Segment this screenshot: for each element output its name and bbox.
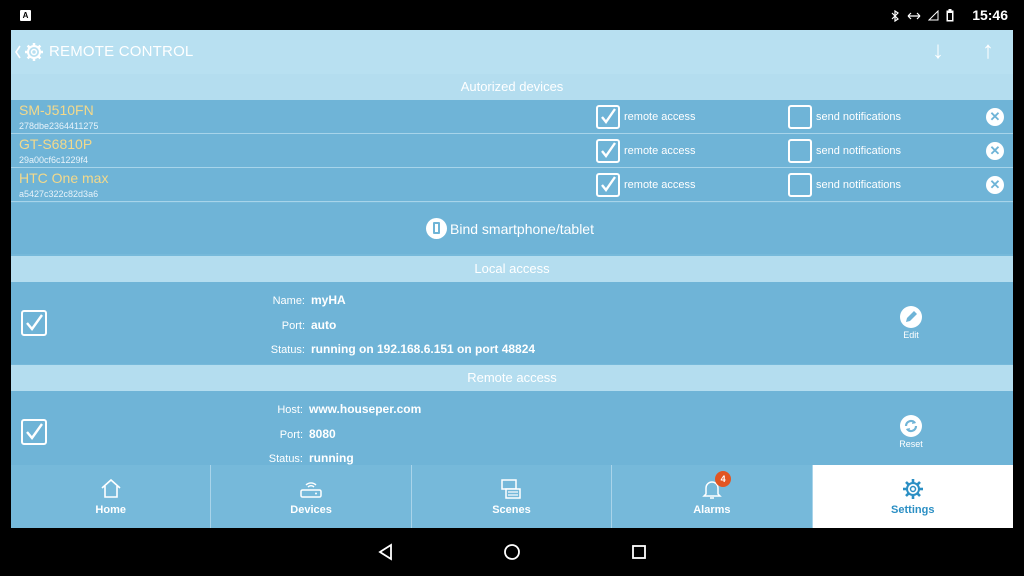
bind-row: Bind smartphone/tablet bbox=[11, 203, 1013, 254]
status-value: running bbox=[309, 451, 354, 465]
device-name: SM-J510FN bbox=[19, 102, 94, 118]
device-name: GT-S6810P bbox=[19, 136, 93, 152]
nav-home-label: Home bbox=[95, 504, 126, 516]
status-label: Status: bbox=[270, 344, 305, 356]
android-nav-bar bbox=[0, 528, 1024, 576]
router-icon bbox=[300, 482, 322, 498]
screen: A 15:46 REMOTE CONTROL ↓ ↑ Autorized dev… bbox=[0, 0, 1024, 576]
status-label: Status: bbox=[268, 453, 303, 465]
remote-access-main-checkbox[interactable] bbox=[21, 419, 47, 445]
send-notifications-checkbox[interactable] bbox=[788, 139, 812, 163]
nav-home[interactable]: Home bbox=[11, 465, 212, 528]
nav-devices-label: Devices bbox=[290, 504, 332, 516]
top-bar: REMOTE CONTROL ↓ ↑ bbox=[11, 30, 1013, 74]
nav-settings[interactable]: Settings bbox=[812, 465, 1013, 528]
arrow-down-icon[interactable]: ↓ bbox=[923, 36, 953, 66]
remote-access-checkbox[interactable] bbox=[596, 105, 620, 129]
name-label: Name: bbox=[272, 295, 305, 307]
remote-access-panel: Host: www.houseper.com Port: 8080 Status: r… bbox=[11, 391, 1013, 465]
nav-settings-label: Settings bbox=[891, 504, 935, 516]
bind-label: Bind smartphone/tablet bbox=[450, 220, 594, 237]
remove-device-icon[interactable]: ✕ bbox=[986, 108, 1004, 126]
remove-device-icon[interactable]: ✕ bbox=[986, 142, 1004, 160]
arrow-up-icon[interactable]: ↑ bbox=[973, 36, 1003, 66]
device-name: HTC One max bbox=[19, 170, 109, 186]
nav-alarms[interactable]: 4 Alarms bbox=[612, 465, 813, 528]
home-circle-icon[interactable] bbox=[500, 540, 524, 564]
bottom-nav: Home Devices Scenes 4 Alarms Settings bbox=[11, 465, 1013, 528]
remote-access-checkbox[interactable] bbox=[596, 139, 620, 163]
device-row: SM-J510FN 278dbe2364411275 remote access… bbox=[11, 100, 1013, 134]
local-status-line: Status: running on 192.168.6.151 on port … bbox=[261, 342, 535, 356]
remote-access-label: remote access bbox=[624, 111, 696, 123]
local-access-header: Local access bbox=[11, 256, 1013, 282]
smartphone-icon bbox=[426, 218, 447, 239]
nav-scenes[interactable]: Scenes bbox=[412, 465, 613, 528]
gear-icon bbox=[902, 479, 923, 499]
a-icon: A bbox=[20, 10, 31, 21]
edit-label: Edit bbox=[903, 330, 919, 340]
signal-icon bbox=[927, 9, 939, 24]
page-title: REMOTE CONTROL bbox=[49, 43, 194, 60]
nav-scenes-label: Scenes bbox=[492, 504, 531, 516]
local-port-line: Port: auto bbox=[261, 318, 337, 332]
data-sync-icon bbox=[907, 11, 921, 24]
home-icon bbox=[101, 478, 121, 498]
reset-label: Reset bbox=[899, 439, 923, 449]
host-value: www.houseper.com bbox=[309, 402, 422, 416]
send-notifications-label: send notifications bbox=[816, 145, 901, 157]
nav-devices[interactable]: Devices bbox=[211, 465, 412, 528]
device-row: HTC One max a5427c322c82d3a6 remote acce… bbox=[11, 168, 1013, 202]
send-notifications-label: send notifications bbox=[816, 179, 901, 191]
send-notifications-checkbox[interactable] bbox=[788, 173, 812, 197]
status-bar: A 15:46 bbox=[0, 0, 1024, 30]
host-label: Host: bbox=[277, 404, 303, 416]
remote-access-header: Remote access bbox=[11, 365, 1013, 391]
clock: 15:46 bbox=[972, 7, 1008, 23]
nav-alarms-label: Alarms bbox=[693, 504, 731, 516]
local-access-panel: Name: myHA Port: auto Status: running on 19… bbox=[11, 282, 1013, 364]
remote-host-line: Host: www.houseper.com bbox=[261, 402, 421, 416]
status-icons bbox=[891, 9, 954, 25]
scenes-icon bbox=[501, 479, 522, 499]
remove-device-icon[interactable]: ✕ bbox=[986, 176, 1004, 194]
send-notifications-label: send notifications bbox=[816, 111, 901, 123]
local-name-line: Name: myHA bbox=[261, 293, 346, 307]
device-id: 29a00cf6c1229f4 bbox=[19, 155, 89, 165]
battery-icon bbox=[946, 9, 954, 25]
remote-access-label: remote access bbox=[624, 179, 696, 191]
device-id: a5427c322c82d3a6 bbox=[19, 189, 99, 199]
remote-access-checkbox[interactable] bbox=[596, 173, 620, 197]
remote-port-line: Port: 8080 bbox=[261, 427, 336, 441]
reset-button[interactable]: Reset bbox=[891, 415, 931, 449]
back-icon[interactable] bbox=[374, 540, 398, 564]
pencil-icon bbox=[900, 306, 922, 328]
bluetooth-icon bbox=[891, 9, 900, 25]
recents-icon[interactable] bbox=[627, 540, 651, 564]
remote-access-label: remote access bbox=[624, 145, 696, 157]
port-value: auto bbox=[311, 318, 337, 332]
status-value: running on 192.168.6.151 on port 48824 bbox=[311, 342, 536, 356]
authorized-devices-header: Autorized devices bbox=[11, 74, 1013, 100]
send-notifications-checkbox[interactable] bbox=[788, 105, 812, 129]
port-value: 8080 bbox=[309, 427, 336, 441]
edit-button[interactable]: Edit bbox=[891, 306, 931, 340]
gear-back-icon[interactable] bbox=[14, 40, 46, 64]
name-value: myHA bbox=[311, 293, 346, 307]
port-label: Port: bbox=[281, 320, 305, 332]
bind-smartphone-button[interactable]: Bind smartphone/tablet bbox=[426, 218, 594, 239]
remote-status-line: Status: running bbox=[261, 451, 354, 465]
reset-icon bbox=[900, 415, 922, 437]
port-label: Port: bbox=[279, 429, 303, 441]
local-access-checkbox[interactable] bbox=[21, 310, 47, 336]
alarm-count-badge: 4 bbox=[715, 471, 732, 487]
device-row: GT-S6810P 29a00cf6c1229f4 remote access … bbox=[11, 134, 1013, 168]
device-id: 278dbe2364411275 bbox=[19, 121, 99, 131]
app-window: REMOTE CONTROL ↓ ↑ Autorized devices SM-… bbox=[11, 30, 1013, 528]
